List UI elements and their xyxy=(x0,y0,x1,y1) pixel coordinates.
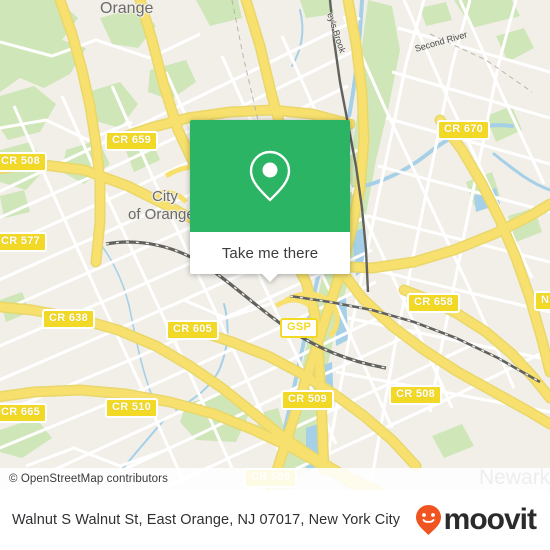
road-shield-cr577[interactable]: CR 577 xyxy=(0,232,48,252)
road-shield-gsp[interactable]: GSP xyxy=(280,318,319,338)
road-shield-nj[interactable]: NJ xyxy=(534,291,550,311)
map-pin-icon xyxy=(249,150,291,202)
footer-bar: Walnut S Walnut St, East Orange, NJ 0701… xyxy=(0,490,550,550)
location-popup-card[interactable]: Take me there xyxy=(190,120,350,282)
popup-header xyxy=(190,120,350,232)
map-attribution[interactable]: © OpenStreetMap contributors xyxy=(0,468,550,490)
road-shield-cr605[interactable]: CR 605 xyxy=(166,320,220,340)
map-viewport[interactable]: Orange City of Orange Newark Second Rive… xyxy=(0,0,550,490)
road-shield-cr665[interactable]: CR 665 xyxy=(0,403,48,423)
road-shield-cr509-mid[interactable]: CR 509 xyxy=(281,390,335,410)
road-shield-cr508-east[interactable]: CR 508 xyxy=(389,385,443,405)
attribution-text: © OpenStreetMap contributors xyxy=(9,473,168,485)
road-shield-cr638[interactable]: CR 638 xyxy=(42,309,96,329)
popup-tail xyxy=(261,273,279,282)
moovit-wordmark: moovit xyxy=(443,503,537,536)
moovit-map-screen: Orange City of Orange Newark Second Rive… xyxy=(0,0,550,550)
take-me-there-label: Take me there xyxy=(221,244,319,262)
moovit-brand[interactable]: moovit xyxy=(415,503,537,536)
road-shield-cr659[interactable]: CR 659 xyxy=(105,131,159,151)
road-shield-cr508-west[interactable]: CR 508 xyxy=(0,152,48,172)
road-shield-cr658[interactable]: CR 658 xyxy=(407,293,461,313)
take-me-there-button[interactable]: Take me there xyxy=(190,232,350,274)
road-shield-cr510[interactable]: CR 510 xyxy=(105,398,159,418)
road-shield-cr670[interactable]: CR 670 xyxy=(437,120,491,140)
moovit-pin-icon xyxy=(415,505,441,535)
address-text: Walnut S Walnut St, East Orange, NJ 0701… xyxy=(12,511,401,528)
